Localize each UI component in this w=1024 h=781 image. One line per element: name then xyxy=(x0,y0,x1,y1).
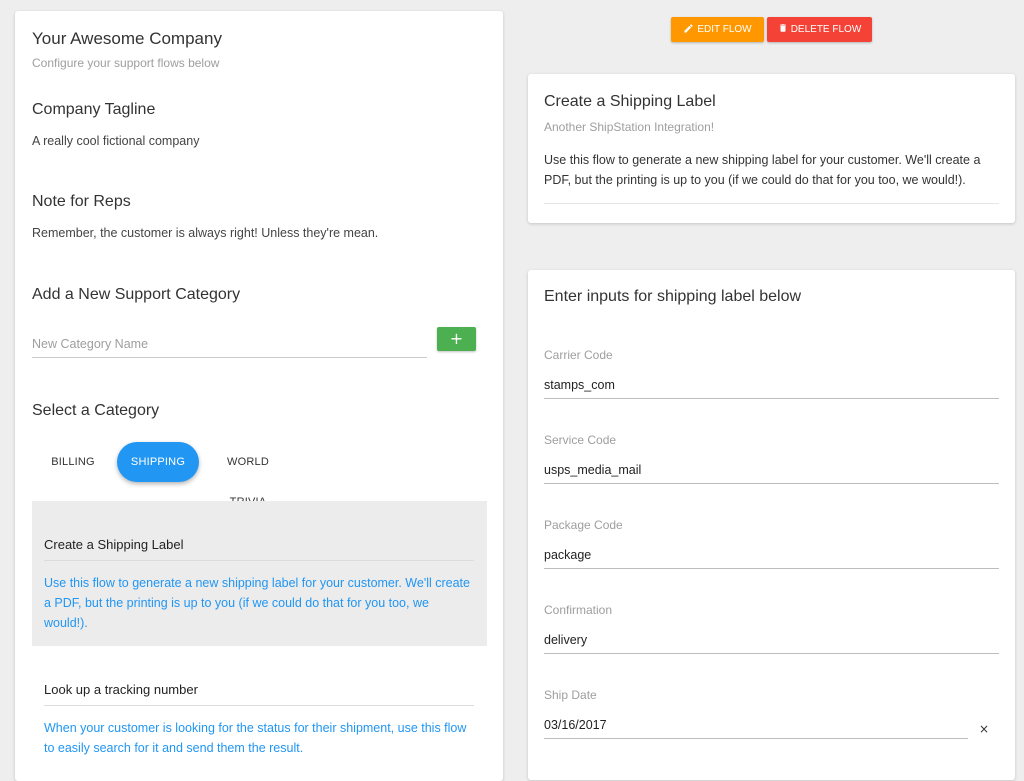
new-category-input[interactable] xyxy=(32,330,427,358)
flow-detail-title: Create a Shipping Label xyxy=(544,93,716,110)
shipping-inputs-card: Enter inputs for shipping label below Ca… xyxy=(528,270,1015,780)
ship-date-field[interactable] xyxy=(544,711,968,739)
company-name: Your Awesome Company xyxy=(32,29,222,48)
flow-item-title: Create a Shipping Label xyxy=(44,537,474,561)
note-text: Remember, the customer is always right! … xyxy=(32,226,379,240)
confirmation-field[interactable] xyxy=(544,626,999,654)
edit-flow-label: EDIT FLOW xyxy=(697,24,752,35)
trash-icon xyxy=(778,22,788,37)
service-code-label: Service Code xyxy=(544,433,617,447)
divider xyxy=(544,203,999,204)
company-config-card: Your Awesome Company Configure your supp… xyxy=(15,11,503,781)
flow-item-shipping-label[interactable]: Create a Shipping Label Use this flow to… xyxy=(32,501,487,646)
ship-date-label: Ship Date xyxy=(544,688,597,702)
carrier-code-field[interactable] xyxy=(544,371,999,399)
service-code-field[interactable] xyxy=(544,456,999,484)
tagline-text: A really cool fictional company xyxy=(32,134,200,148)
add-category-button[interactable]: + xyxy=(437,327,476,351)
tab-billing[interactable]: BILLING xyxy=(39,442,107,482)
tab-world-trivia[interactable]: WORLD TRIVIA xyxy=(208,442,288,508)
tagline-heading: Company Tagline xyxy=(32,101,156,118)
flow-detail-subtitle: Another ShipStation Integration! xyxy=(544,120,715,134)
confirmation-label: Confirmation xyxy=(544,603,613,617)
tab-shipping[interactable]: SHIPPING xyxy=(117,442,199,482)
flow-item-description: When your customer is looking for the st… xyxy=(44,721,467,755)
delete-flow-button[interactable]: DELETE FLOW xyxy=(767,17,872,42)
flow-item-description: Use this flow to generate a new shipping… xyxy=(44,576,470,630)
delete-flow-label: DELETE FLOW xyxy=(790,24,862,35)
flow-item-tracking-number[interactable]: Look up a tracking number When your cust… xyxy=(32,646,487,781)
flow-detail-description: Use this flow to generate a new shipping… xyxy=(544,153,981,187)
clear-date-icon[interactable]: × xyxy=(979,722,989,736)
note-heading: Note for Reps xyxy=(32,193,131,210)
inputs-form-title: Enter inputs for shipping label below xyxy=(544,288,802,305)
flow-item-title: Look up a tracking number xyxy=(44,682,474,706)
package-code-label: Package Code xyxy=(544,518,623,532)
pencil-icon xyxy=(683,23,694,37)
add-category-heading: Add a New Support Category xyxy=(32,286,241,303)
carrier-code-label: Carrier Code xyxy=(544,348,613,362)
flow-detail-card: Create a Shipping Label Another ShipStat… xyxy=(528,74,1015,223)
package-code-field[interactable] xyxy=(544,541,999,569)
edit-flow-button[interactable]: EDIT FLOW xyxy=(671,17,764,42)
select-category-heading: Select a Category xyxy=(32,402,160,419)
company-subtitle: Configure your support flows below xyxy=(32,56,220,70)
